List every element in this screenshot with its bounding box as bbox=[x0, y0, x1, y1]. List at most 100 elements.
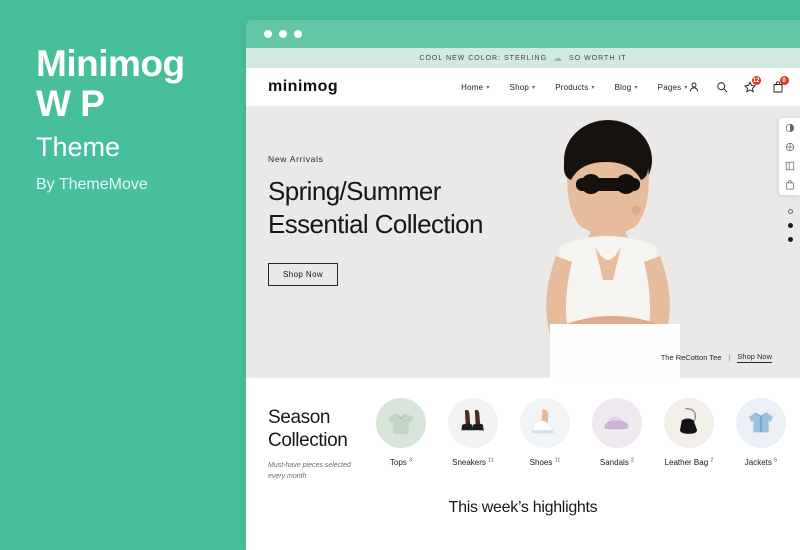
season-collection-section: Season Collection Must-have pieces selec… bbox=[246, 378, 800, 484]
category-thumbnail-leather-bag bbox=[664, 398, 714, 448]
category-thumbnail-sneakers bbox=[448, 398, 498, 448]
main-menu: Home ▾ Shop ▾ Products ▾ Blog ▾ Pages ▾ bbox=[461, 83, 687, 92]
hero-text-block: New Arrivals Spring/Summer Essential Col… bbox=[268, 154, 484, 286]
globe-icon[interactable] bbox=[785, 142, 795, 152]
slider-dot-3[interactable] bbox=[788, 237, 793, 242]
season-subtitle-line1: Must-have pieces selected bbox=[268, 462, 351, 470]
category-count: 11 bbox=[488, 457, 494, 464]
category-name: Sneakers bbox=[452, 458, 486, 467]
caption-separator: | bbox=[728, 353, 731, 362]
tshirt-icon bbox=[388, 413, 414, 435]
promo-title-line1: Minimog bbox=[36, 43, 185, 84]
wishlist-badge: 12 bbox=[751, 76, 761, 85]
bag-icon[interactable] bbox=[785, 180, 795, 190]
announcement-text: COOL NEW COLOR: STERLING bbox=[419, 54, 548, 62]
category-label-sneakers: Sneakers 11 bbox=[444, 457, 502, 468]
site-navbar: minimog Home ▾ Shop ▾ Products ▾ Blog ▾ … bbox=[246, 68, 800, 106]
account-icon[interactable] bbox=[688, 81, 700, 93]
category-item-tops[interactable]: Tops 3 bbox=[372, 398, 430, 468]
menu-label: Blog bbox=[614, 82, 632, 92]
hero-eyebrow: New Arrivals bbox=[268, 154, 324, 164]
menu-label: Products bbox=[555, 82, 589, 92]
caption-product-name: The ReCotton Tee bbox=[660, 353, 722, 362]
category-label-leather-bag: Leather Bag 2 bbox=[660, 457, 718, 468]
site-logo[interactable]: minimog bbox=[268, 78, 338, 96]
hero-section: New Arrivals Spring/Summer Essential Col… bbox=[246, 106, 800, 378]
promo-title: Minimog W P bbox=[36, 44, 236, 124]
menu-item-home[interactable]: Home ▾ bbox=[461, 83, 489, 92]
menu-item-pages[interactable]: Pages ▾ bbox=[658, 83, 688, 92]
hero-headline-line1: Spring/Summer bbox=[268, 176, 441, 206]
category-count: 2 bbox=[631, 457, 635, 464]
chevron-down-icon: ▾ bbox=[591, 84, 595, 91]
nav-icon-group: 12 0 bbox=[688, 76, 789, 93]
cloud-icon: ☁ bbox=[553, 52, 564, 63]
hero-product-caption: The ReCotton Tee | Shop Now bbox=[661, 352, 772, 363]
chevron-down-icon: ▾ bbox=[634, 84, 638, 91]
sneaker-icon bbox=[460, 409, 484, 434]
menu-label: Pages bbox=[657, 82, 682, 92]
season-title-line1: Season bbox=[268, 407, 331, 428]
season-title: Season Collection bbox=[268, 406, 364, 452]
category-item-shoes[interactable]: Shoes 11 bbox=[516, 398, 574, 468]
wishlist-icon[interactable]: 12 bbox=[743, 76, 761, 93]
category-count: 2 bbox=[710, 457, 714, 464]
category-label-jackets: Jackets 5 bbox=[732, 457, 790, 468]
category-item-leather-bag[interactable]: Leather Bag 2 bbox=[660, 398, 718, 468]
category-item-jackets[interactable]: Jackets 5 bbox=[732, 398, 790, 468]
window-dot-maximize[interactable] bbox=[294, 30, 302, 38]
menu-item-products[interactable]: Products ▾ bbox=[555, 83, 594, 92]
category-count: 11 bbox=[554, 457, 561, 464]
menu-item-blog[interactable]: Blog ▾ bbox=[615, 83, 638, 92]
promo-title-line2: W P bbox=[36, 82, 105, 124]
category-name: Sandals bbox=[599, 458, 629, 467]
caption-shop-now-link[interactable]: Shop Now bbox=[737, 352, 772, 363]
menu-item-shop[interactable]: Shop ▾ bbox=[510, 83, 536, 92]
category-name: Leather Bag bbox=[664, 458, 709, 467]
category-name: Tops bbox=[389, 458, 407, 467]
category-count: 3 bbox=[409, 457, 413, 464]
layout-icon[interactable] bbox=[785, 161, 795, 171]
cart-badge: 0 bbox=[779, 76, 789, 85]
promo-panel: Minimog W P Theme By ThemeMove bbox=[0, 0, 240, 550]
window-dot-close[interactable] bbox=[264, 30, 272, 38]
season-subtitle: Must-have pieces selected every month bbox=[268, 461, 364, 483]
category-item-sneakers[interactable]: Sneakers 11 bbox=[444, 398, 502, 468]
category-count: 5 bbox=[774, 457, 778, 464]
hero-headline-line2: Essential Collection bbox=[268, 208, 484, 239]
hero-shop-now-button[interactable]: Shop Now bbox=[268, 262, 339, 286]
menu-label: Shop bbox=[509, 82, 530, 92]
season-title-line2: Collection bbox=[268, 430, 348, 452]
hero-headline: Spring/Summer Essential Collection bbox=[268, 175, 484, 241]
chevron-down-icon: ▾ bbox=[532, 84, 536, 91]
shoe-icon bbox=[531, 409, 554, 434]
announcement-tail: SO WORTH IT bbox=[569, 54, 627, 62]
window-dot-minimize[interactable] bbox=[279, 30, 287, 38]
slider-dot-1[interactable] bbox=[788, 209, 793, 214]
promo-author: By ThemeMove bbox=[36, 176, 148, 193]
search-icon[interactable] bbox=[716, 81, 728, 93]
hero-model-image bbox=[546, 120, 680, 378]
season-subtitle-line2: every month bbox=[268, 473, 307, 481]
category-item-sandals[interactable]: Sandals 2 bbox=[588, 398, 646, 468]
slider-dot-2[interactable] bbox=[788, 223, 793, 228]
cart-icon[interactable]: 0 bbox=[772, 76, 789, 93]
season-heading-block: Season Collection Must-have pieces selec… bbox=[268, 398, 364, 483]
category-label-tops: Tops 3 bbox=[372, 457, 430, 468]
category-thumbnail-jackets bbox=[736, 398, 786, 448]
palette-icon[interactable] bbox=[785, 123, 795, 133]
category-label-sandals: Sandals 2 bbox=[588, 457, 646, 468]
category-thumbnail-shoes bbox=[520, 398, 570, 448]
category-thumbnail-tops bbox=[376, 398, 426, 448]
hero-slider-dots[interactable] bbox=[788, 209, 793, 242]
sandal-icon bbox=[604, 416, 629, 430]
desktop-preview-window: COOL NEW COLOR: STERLING ☁ SO WORTH IT m… bbox=[246, 20, 800, 550]
floating-toolbar bbox=[779, 118, 800, 195]
category-thumbnail-sandals bbox=[592, 398, 642, 448]
chevron-down-icon: ▾ bbox=[486, 84, 490, 91]
browser-window-chrome bbox=[246, 20, 800, 48]
highlights-title: This week’s highlights bbox=[448, 499, 598, 517]
category-label-shoes: Shoes 11 bbox=[516, 457, 574, 468]
category-name: Shoes bbox=[529, 458, 553, 467]
menu-label: Home bbox=[461, 82, 484, 92]
